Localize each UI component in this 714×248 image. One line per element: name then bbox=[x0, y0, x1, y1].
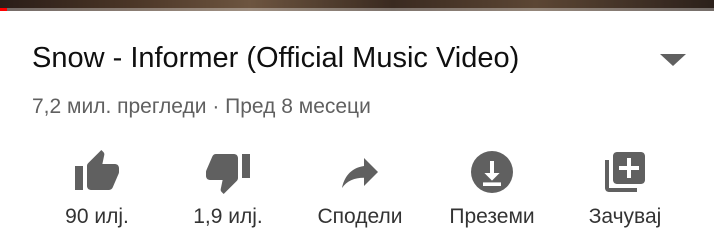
like-button[interactable]: 90 илј. bbox=[27, 140, 167, 248]
download-button[interactable]: Преземи bbox=[422, 140, 562, 248]
like-count: 90 илј. bbox=[65, 205, 129, 228]
video-title[interactable]: Snow - Informer (Official Music Video) bbox=[32, 40, 519, 76]
video-meta: 7,2 мил. прегледи · Пред 8 месеци bbox=[32, 95, 371, 118]
progress-bar[interactable] bbox=[0, 8, 714, 11]
expand-description-button[interactable] bbox=[658, 52, 688, 68]
thumb-up-icon bbox=[73, 148, 121, 196]
share-button[interactable]: Сподели bbox=[290, 140, 430, 248]
thumb-down-icon bbox=[204, 148, 252, 196]
save-button[interactable]: Зачувај bbox=[555, 140, 695, 248]
download-label: Преземи bbox=[449, 205, 535, 228]
playlist-add-icon bbox=[601, 148, 649, 196]
video-player-bottom[interactable] bbox=[0, 0, 714, 11]
action-bar: 90 илј. 1,9 илј. Сподели Преземи Зачувај bbox=[0, 140, 714, 248]
download-icon bbox=[468, 148, 516, 196]
save-label: Зачувај bbox=[588, 205, 662, 228]
progress-fill bbox=[0, 8, 8, 11]
chevron-down-icon bbox=[660, 54, 686, 66]
dislike-button[interactable]: 1,9 илј. bbox=[158, 140, 298, 248]
video-info-panel: Snow - Informer (Official Music Video) 7… bbox=[0, 0, 714, 248]
dislike-count: 1,9 илј. bbox=[193, 205, 263, 228]
share-label: Сподели bbox=[317, 205, 403, 228]
share-icon bbox=[336, 148, 384, 196]
